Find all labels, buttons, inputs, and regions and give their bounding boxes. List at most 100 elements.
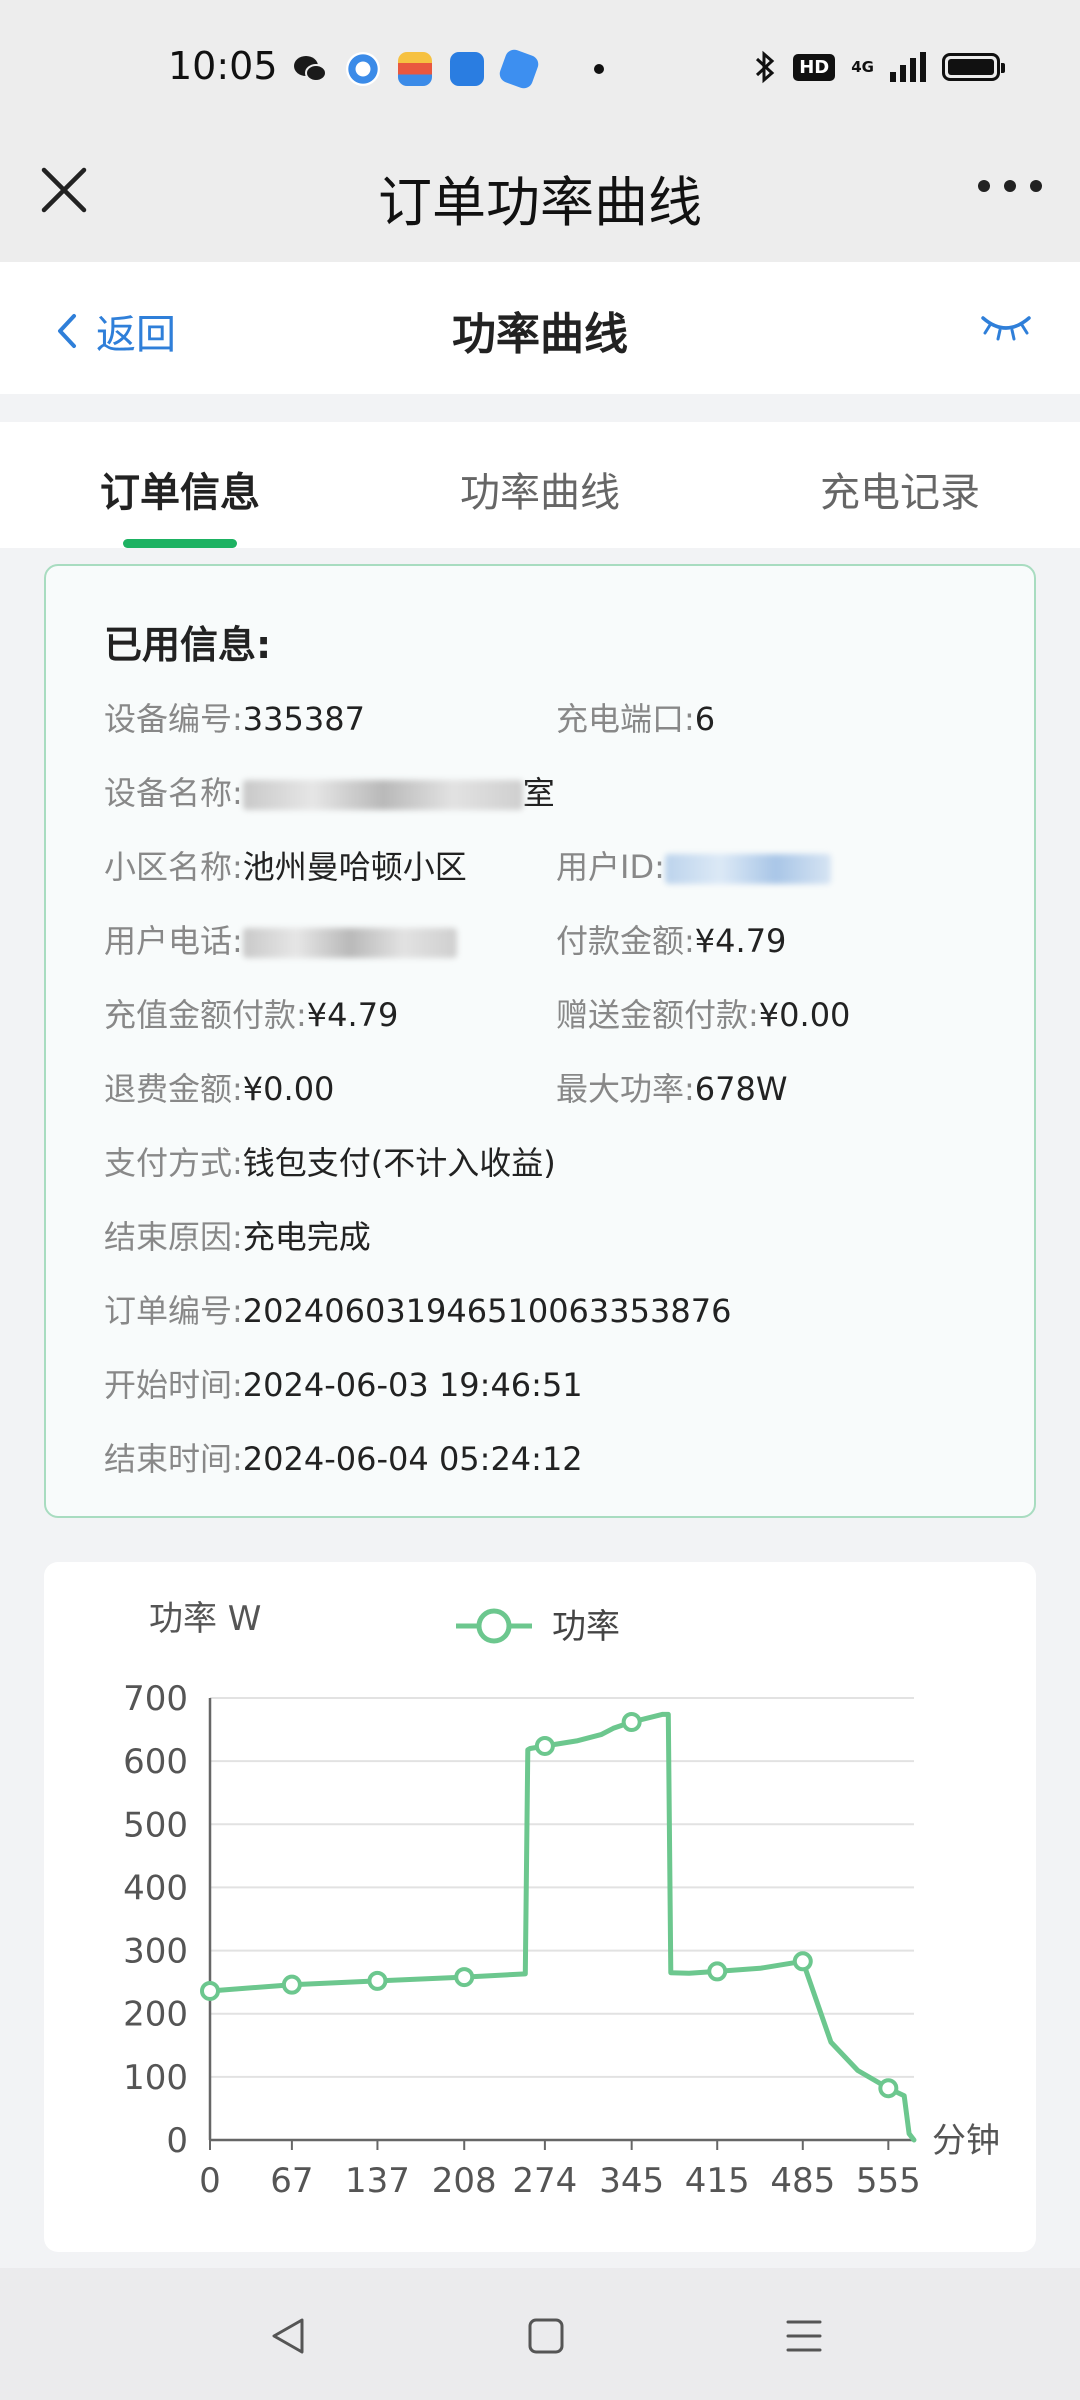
data-point[interactable] — [792, 1951, 813, 1972]
info-row: 订单编号:20240603194651006335387­6 — [104, 1286, 1004, 1336]
notification-dot-icon — [594, 64, 604, 74]
bluetooth-icon — [756, 50, 775, 84]
info-row: 用户电话: 付款金额:¥4.79 — [104, 916, 1004, 966]
eye-closed-icon[interactable] — [980, 312, 1032, 342]
page-title: 订单功率曲线 — [378, 171, 702, 234]
max-power-label: 最大功率: — [556, 1070, 695, 1108]
y-tick-label: 500 — [123, 1805, 188, 1845]
info-row: 充值金额付款:¥4.79 赠送金额付款:¥0.00 — [104, 990, 1004, 1040]
nav-bar: 返回 功率曲线 — [0, 262, 1080, 394]
order-no-label: 订单编号: — [104, 1292, 243, 1330]
status-app-icons — [292, 47, 604, 91]
device-no-label: 设备编号: — [104, 700, 243, 738]
y-tick-label: 700 — [123, 1679, 188, 1719]
end-time-label: 结束时间: — [104, 1440, 243, 1478]
end-time-value: 2024-06-04 05:24:12 — [242, 1440, 583, 1478]
tab-power-curve[interactable]: 功率曲线 — [360, 422, 720, 548]
pay-amount-label: 付款金额: — [556, 922, 695, 960]
x-tick-label: 274 — [512, 2161, 577, 2201]
y-tick-label: 300 — [123, 1932, 188, 1972]
x-tick-label: 485 — [770, 2161, 835, 2201]
max-power-value: 678W — [694, 1070, 788, 1108]
tab-bar: 订单信息 功率曲线 充电记录 — [0, 422, 1080, 548]
community-value: 池州曼哈顿小区 — [242, 848, 467, 886]
hd-badge: HD — [793, 53, 836, 81]
chart-axes — [208, 1698, 914, 2150]
pay-amount-value: ¥4.79 — [694, 922, 787, 960]
back-triangle-icon[interactable] — [268, 2316, 308, 2356]
port-label: 充电端口: — [556, 700, 695, 738]
menu-lines-icon[interactable] — [784, 2316, 824, 2356]
data-point[interactable] — [367, 1970, 388, 1991]
end-reason-label: 结束原因: — [104, 1218, 243, 1256]
order-no-value: 20240603194651006335387­6 — [242, 1292, 732, 1330]
app-icon — [497, 47, 541, 91]
y-tick-label: 600 — [123, 1742, 188, 1782]
x-tick-label: 137 — [345, 2161, 410, 2201]
refund-value: ¥0.00 — [242, 1070, 335, 1108]
status-time: 10:05 — [168, 44, 278, 88]
data-point[interactable] — [621, 1711, 642, 1732]
browser-icon — [346, 52, 380, 86]
device-name-tail: 室 — [522, 774, 555, 812]
data-point[interactable] — [707, 1961, 728, 1982]
data-point[interactable] — [878, 2078, 899, 2099]
chart-legend[interactable]: 功率 — [456, 1607, 620, 1647]
pay-method-label: 支付方式: — [104, 1144, 243, 1182]
yupao-app-icon — [450, 52, 484, 86]
redacted-device-name — [242, 780, 523, 810]
order-info-card: 已用信息: 设备编号:335387 充电端口:6 设备名称: 室 小区名称:池州曼… — [44, 564, 1036, 1518]
x-tick-labels: 0 67 137 208 274 345 415 485 555 — [199, 2161, 921, 2201]
power-chart-card: 功率 W 功率 分钟 0 100 200 300 400 500 600 700 0 67 137… — [44, 1562, 1036, 2252]
end-reason-value: 充电完成 — [242, 1218, 371, 1256]
info-row: 开始时间:2024-06-03 19:46:51 — [104, 1360, 1004, 1410]
y-tick-label: 400 — [123, 1868, 188, 1908]
device-no-value: 335387 — [242, 700, 365, 738]
data-point[interactable] — [534, 1735, 555, 1756]
status-bar: 10:05 HD 4G — [0, 0, 1080, 130]
redacted-user-id — [664, 854, 831, 884]
y-axis-title: 功率 W — [149, 1599, 261, 1639]
status-right: HD 4G — [753, 50, 1005, 84]
info-row: 支付方式:钱包支付(不计入收益) — [104, 1138, 1004, 1188]
x-tick-label: 0 — [199, 2161, 221, 2201]
start-time-label: 开始时间: — [104, 1366, 243, 1404]
recharge-pay-label: 充值金额付款: — [104, 996, 307, 1034]
start-time-value: 2024-06-03 19:46:51 — [242, 1366, 583, 1404]
wechat-icon — [294, 56, 327, 82]
power-line-chart: 功率 W 功率 分钟 0 100 200 300 400 500 600 700 0 67 137… — [123, 1599, 1000, 2201]
data-point[interactable] — [200, 1980, 220, 2001]
y-tick-labels: 0 100 200 300 400 500 600 700 — [123, 1679, 188, 2161]
tab-order-info[interactable]: 订单信息 — [0, 422, 360, 548]
wallet-icon — [398, 52, 432, 86]
refund-label: 退费金额: — [104, 1070, 243, 1108]
redacted-phone — [242, 928, 457, 958]
info-title: 已用信息: — [104, 623, 272, 667]
title-bar: 订单功率曲线 — [0, 130, 1080, 262]
x-tick-label: 415 — [685, 2161, 750, 2201]
tab-label: 订单信息 — [100, 470, 260, 516]
x-tick-label: 555 — [856, 2161, 921, 2201]
community-label: 小区名称: — [104, 848, 243, 886]
info-row: 结束原因:充电完成 — [104, 1212, 1004, 1262]
data-point[interactable] — [281, 1974, 302, 1995]
tab-charge-records[interactable]: 充电记录 — [720, 422, 1080, 548]
nav-title: 功率曲线 — [452, 309, 628, 360]
data-point[interactable] — [454, 1967, 475, 1988]
tab-label: 充电记录 — [820, 470, 980, 516]
y-tick-label: 200 — [123, 1995, 188, 2035]
more-options-icon[interactable] — [978, 180, 1042, 192]
info-row: 设备编号:335387 充电端口:6 — [104, 694, 1004, 744]
user-id-label: 用户ID: — [556, 848, 665, 886]
info-row: 结束时间:2024-06-04 05:24:12 — [104, 1434, 1004, 1484]
y-tick-label: 0 — [166, 2121, 188, 2161]
info-row: 小区名称:池州曼哈顿小区 用户ID: — [104, 842, 1004, 892]
active-tab-indicator — [123, 539, 237, 548]
home-square-icon[interactable] — [526, 2316, 566, 2356]
battery-icon — [942, 53, 1005, 81]
legend-marker — [476, 1608, 512, 1644]
legend-label: 功率 — [552, 1607, 620, 1647]
network-type: 4G — [851, 58, 874, 76]
gift-pay-label: 赠送金额付款: — [556, 996, 759, 1034]
pay-method-value: 钱包支付(不计入收益) — [242, 1144, 556, 1182]
